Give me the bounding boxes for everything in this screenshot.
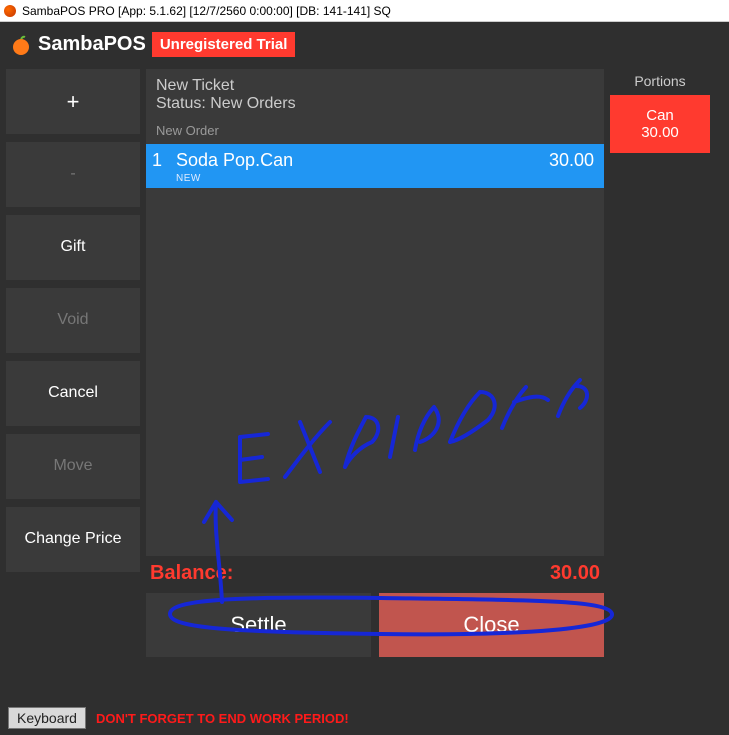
app-icon [4,5,16,17]
order-price: 30.00 [549,150,594,171]
window-title: SambaPOS PRO [App: 5.1.62] [12/7/2560 0:… [22,4,391,18]
ticket-body [146,188,604,556]
top-bar: SambaPOS Unregistered Trial [0,22,729,67]
window-titlebar: SambaPOS PRO [App: 5.1.62] [12/7/2560 0:… [0,0,729,22]
order-row[interactable]: 1 Soda Pop.Can NEW 30.00 [146,144,604,188]
cancel-button[interactable]: Cancel [6,361,140,426]
portions-label: Portions [610,69,710,95]
left-button-column: + - Gift Void Cancel Move Change Price [6,69,140,657]
bottom-bar: Keyboard DON'T FORGET TO END WORK PERIOD… [0,701,729,735]
portion-button-can[interactable]: Can 30.00 [610,95,710,153]
trial-badge: Unregistered Trial [152,32,296,57]
brand-logo: SambaPOS [10,33,146,56]
brand-name: SambaPOS [38,33,146,56]
order-qty: 1 [152,150,170,171]
ticket-section-label: New Order [156,123,594,138]
ticket-header: New Ticket Status: New Orders New Order [146,69,604,144]
work-period-warning: DON'T FORGET TO END WORK PERIOD! [96,711,349,726]
void-button[interactable]: Void [6,288,140,353]
app-root: SambaPOS Unregistered Trial + - Gift Voi… [0,22,729,735]
main-area: + - Gift Void Cancel Move Change Price N… [0,67,729,657]
balance-value: 30.00 [550,562,600,585]
decrease-qty-button[interactable]: - [6,142,140,207]
orange-icon [10,34,32,56]
ticket-status: Status: New Orders [156,95,594,113]
portion-price: 30.00 [641,124,679,141]
ticket-title: New Ticket [156,77,594,95]
close-button[interactable]: Close [379,593,604,657]
ticket-column: New Ticket Status: New Orders New Order … [146,69,604,657]
settle-button[interactable]: Settle [146,593,371,657]
balance-bar: Balance: 30.00 [146,556,604,593]
balance-label: Balance: [150,562,233,585]
portions-column: Portions Can 30.00 [610,69,710,657]
order-tag: NEW [176,173,549,184]
order-name-wrap: Soda Pop.Can NEW [170,150,549,184]
gift-button[interactable]: Gift [6,215,140,280]
keyboard-button[interactable]: Keyboard [8,707,86,729]
change-price-button[interactable]: Change Price [6,507,140,572]
move-button[interactable]: Move [6,434,140,499]
order-name: Soda Pop.Can [176,150,549,171]
increase-qty-button[interactable]: + [6,69,140,134]
action-row: Settle Close [146,593,604,657]
portion-name: Can [646,107,674,124]
